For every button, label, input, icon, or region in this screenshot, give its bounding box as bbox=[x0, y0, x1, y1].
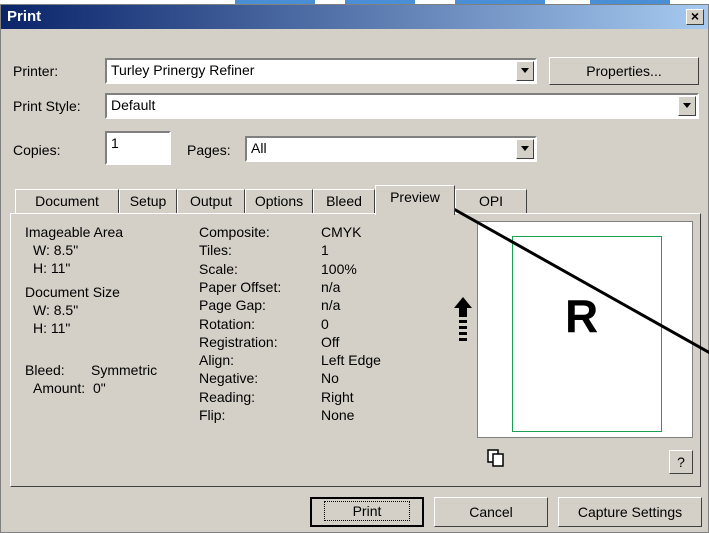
bleed-label: Bleed: bbox=[25, 362, 65, 378]
print-style-value: Default bbox=[111, 97, 156, 113]
tab-options[interactable]: Options bbox=[245, 189, 313, 214]
properties-button[interactable]: Properties... bbox=[549, 57, 699, 85]
copies-value: 1 bbox=[111, 135, 119, 151]
tab-preview[interactable]: Preview bbox=[375, 185, 455, 215]
setting-label: Reading: bbox=[199, 389, 256, 405]
tab-bleed[interactable]: Bleed bbox=[313, 189, 375, 214]
tab-label: Output bbox=[189, 193, 233, 209]
tab-setup[interactable]: Setup bbox=[119, 189, 177, 214]
capture-settings-button-label: Capture Settings bbox=[577, 504, 683, 520]
document-height: H: 11" bbox=[33, 320, 71, 336]
tab-label: Preview bbox=[390, 189, 440, 205]
printer-select[interactable]: Turley Prinergy Refiner bbox=[105, 58, 537, 84]
dialog-title: Print bbox=[7, 8, 42, 25]
tab-label: Setup bbox=[129, 193, 167, 209]
capture-settings-button[interactable]: Capture Settings bbox=[558, 497, 702, 527]
setting-value: 1 bbox=[321, 242, 329, 258]
help-button[interactable]: ? bbox=[669, 450, 693, 474]
setting-label: Paper Offset: bbox=[199, 279, 282, 295]
imageable-height: H: 11" bbox=[33, 260, 71, 276]
tab-label: Options bbox=[254, 193, 304, 209]
copies-label: Copies: bbox=[13, 142, 61, 158]
help-button-label: ? bbox=[677, 454, 685, 470]
annotation-arrow-icon bbox=[433, 197, 709, 355]
copy-pages-icon[interactable] bbox=[487, 449, 505, 467]
cancel-button[interactable]: Cancel bbox=[434, 497, 548, 527]
setting-value: n/a bbox=[321, 279, 341, 295]
chevron-down-icon[interactable] bbox=[516, 139, 534, 159]
setting-value: Left Edge bbox=[321, 352, 381, 368]
setting-value: No bbox=[321, 370, 339, 386]
print-button-label: Print bbox=[323, 501, 411, 521]
title-bar: Print × bbox=[1, 5, 708, 29]
setting-label: Rotation: bbox=[199, 316, 256, 332]
document-size-title: Document Size bbox=[25, 284, 120, 300]
print-style-label: Print Style: bbox=[13, 98, 81, 114]
properties-button-label: Properties... bbox=[586, 63, 662, 79]
chevron-down-icon[interactable] bbox=[678, 96, 696, 116]
printer-value: Turley Prinergy Refiner bbox=[111, 62, 255, 78]
tab-label: Document bbox=[35, 193, 99, 209]
print-dialog: Print × Printer: Turley Prinergy Refiner… bbox=[0, 4, 709, 533]
setting-label: Tiles: bbox=[199, 242, 232, 258]
setting-value: Right bbox=[321, 389, 354, 405]
setting-value: None bbox=[321, 407, 355, 423]
setting-value: Off bbox=[321, 334, 340, 350]
setting-label: Composite: bbox=[199, 224, 270, 240]
print-style-select[interactable]: Default bbox=[105, 93, 699, 119]
tab-document[interactable]: Document bbox=[15, 189, 119, 214]
imageable-width: W: 8.5" bbox=[33, 242, 79, 258]
close-button[interactable]: × bbox=[686, 9, 704, 25]
bleed-value: Symmetric bbox=[91, 362, 158, 378]
print-button[interactable]: Print bbox=[310, 497, 424, 527]
imageable-area-title: Imageable Area bbox=[25, 224, 124, 240]
pages-label: Pages: bbox=[187, 142, 231, 158]
setting-label: Align: bbox=[199, 352, 235, 368]
cancel-button-label: Cancel bbox=[469, 504, 513, 520]
setting-label: Page Gap: bbox=[199, 297, 266, 313]
pages-value: All bbox=[251, 140, 267, 156]
amount-value: 0" bbox=[93, 380, 106, 396]
setting-label: Registration: bbox=[199, 334, 278, 350]
printer-label: Printer: bbox=[13, 63, 59, 79]
setting-label: Scale: bbox=[199, 261, 238, 277]
tab-label: Bleed bbox=[326, 193, 362, 209]
tab-output[interactable]: Output bbox=[177, 189, 245, 214]
setting-label: Negative: bbox=[199, 370, 259, 386]
chevron-down-icon[interactable] bbox=[516, 61, 534, 81]
setting-value: CMYK bbox=[321, 224, 362, 240]
setting-value: 0 bbox=[321, 316, 329, 332]
copies-input[interactable]: 1 bbox=[105, 131, 171, 165]
pages-select[interactable]: All bbox=[245, 136, 537, 162]
setting-value: 100% bbox=[321, 261, 357, 277]
setting-label: Flip: bbox=[199, 407, 226, 423]
document-width: W: 8.5" bbox=[33, 302, 79, 318]
amount-label: Amount: bbox=[33, 380, 86, 396]
setting-value: n/a bbox=[321, 297, 341, 313]
